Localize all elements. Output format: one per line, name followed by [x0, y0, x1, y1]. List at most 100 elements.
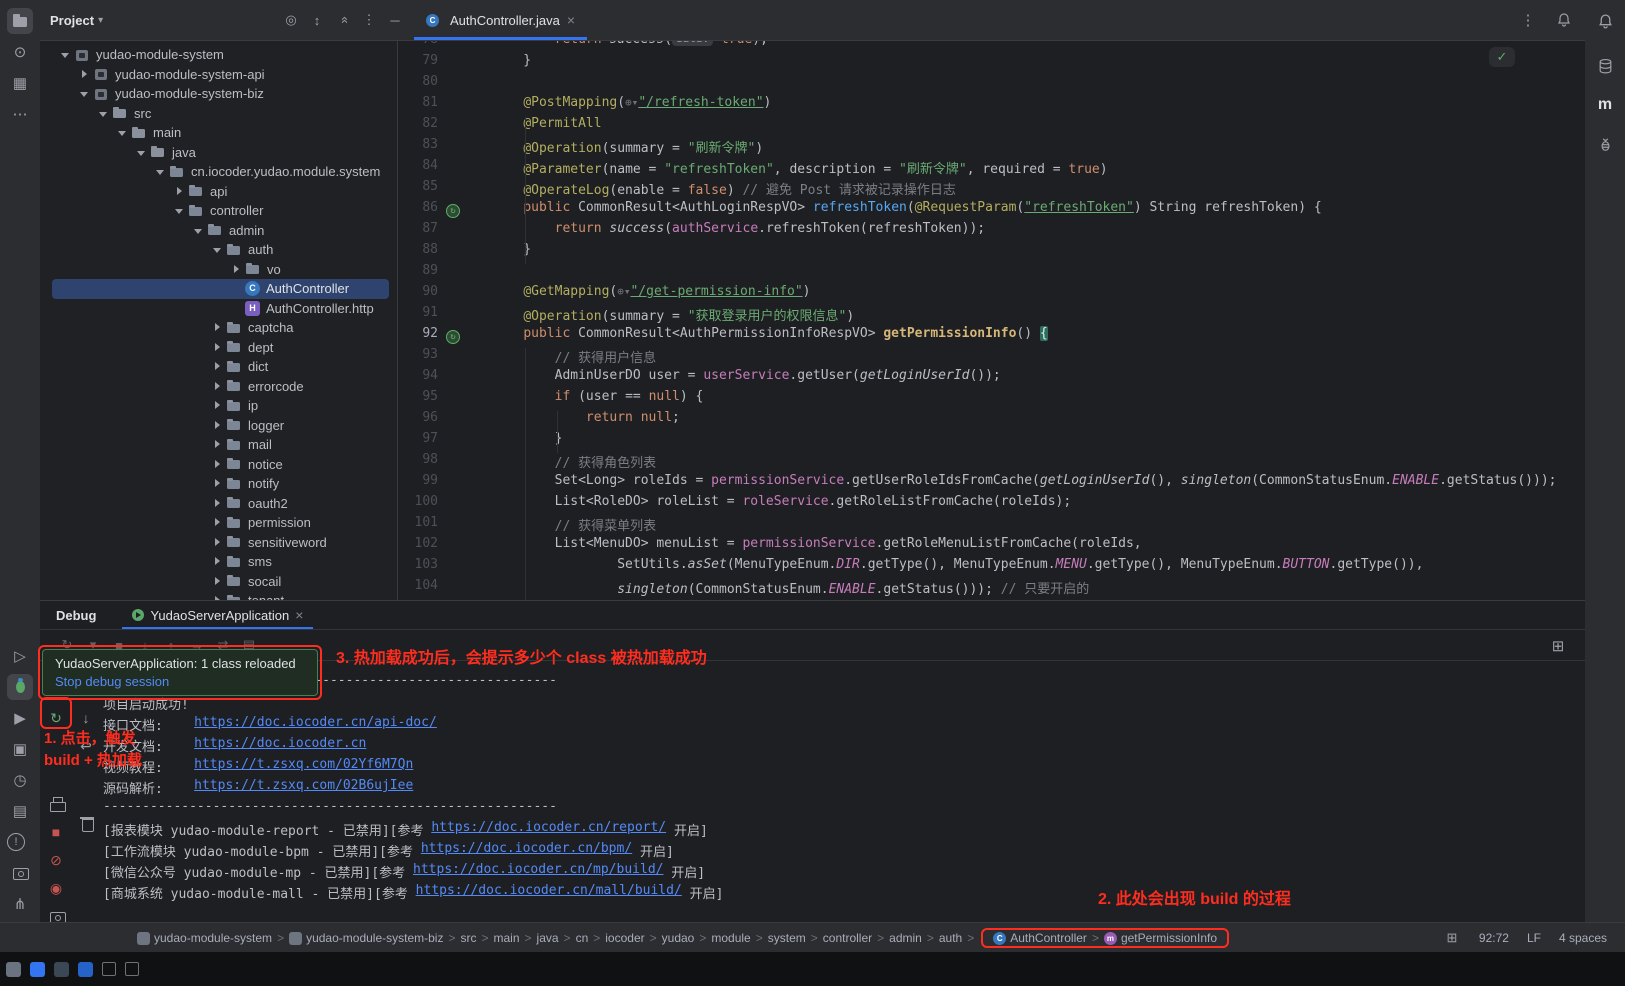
collapse-icon[interactable]: »	[331, 8, 355, 32]
breadcrumb-item[interactable]: auth	[939, 931, 962, 945]
chevron-right-icon[interactable]	[210, 496, 225, 511]
printer-icon[interactable]	[44, 792, 68, 816]
tree-item[interactable]: src	[52, 104, 389, 124]
chevron-down-icon[interactable]	[191, 223, 206, 238]
editor[interactable]: 78 return success(data: true);79 }8081 @…	[398, 41, 1585, 600]
chevron-right-icon[interactable]	[229, 262, 244, 277]
debug-title[interactable]: Debug	[56, 608, 96, 623]
tree-item[interactable]: sensitiveword	[52, 533, 389, 553]
tree-item[interactable]: AuthController.http	[52, 299, 389, 319]
grid-icon[interactable]: ⊞	[1443, 929, 1461, 947]
chevron-right-icon[interactable]	[210, 359, 225, 374]
taskbar-item[interactable]	[54, 962, 69, 977]
chevron-right-icon[interactable]	[210, 320, 225, 335]
chevron-right-icon[interactable]	[210, 340, 225, 355]
tree-item[interactable]: notify	[52, 474, 389, 494]
profiler-icon[interactable]: ◷	[7, 767, 33, 793]
chevron-right-icon[interactable]	[210, 418, 225, 433]
breadcrumb-item[interactable]: module	[711, 931, 750, 945]
inspection-ok-widget[interactable]: ✓	[1489, 47, 1515, 67]
bell-icon[interactable]	[1592, 8, 1618, 34]
breadcrumb-item[interactable]: controller	[823, 931, 872, 945]
hide-icon[interactable]: ─	[383, 8, 407, 32]
breadcrumb-item[interactable]: iocoder	[605, 931, 644, 945]
commit-icon[interactable]: ⊙	[7, 39, 33, 65]
git-branch-icon[interactable]: ⋔	[7, 891, 33, 917]
taskbar-item[interactable]	[125, 962, 139, 976]
console-link[interactable]: https://doc.iocoder.cn	[194, 736, 366, 757]
api-gutter-icon[interactable]	[446, 204, 460, 218]
tree-item[interactable]: oauth2	[52, 494, 389, 514]
breadcrumb-item[interactable]: yudao-module-system	[137, 931, 272, 945]
tree-item[interactable]: dept	[52, 338, 389, 358]
console-link[interactable]: https://doc.iocoder.cn/report/	[431, 820, 666, 841]
tree-item[interactable]: yudao-module-system	[52, 45, 389, 65]
breadcrumb-item[interactable]: java	[537, 931, 559, 945]
tree-item[interactable]: cn.iocoder.yudao.module.system	[52, 162, 389, 182]
tree-item[interactable]: permission	[52, 513, 389, 533]
maven-icon[interactable]: m	[1592, 92, 1618, 118]
dependencies-bee-icon[interactable]	[1592, 131, 1618, 157]
chevron-down-icon[interactable]	[77, 86, 92, 101]
database-icon[interactable]	[1592, 53, 1618, 79]
chevron-right-icon[interactable]	[210, 574, 225, 589]
breadcrumb-item[interactable]: src	[460, 931, 476, 945]
chevron-down-icon[interactable]	[153, 164, 168, 179]
breadcrumb-item[interactable]: system	[768, 931, 806, 945]
window-more-icon[interactable]: ⋮	[1515, 7, 1541, 33]
console-link[interactable]: https://doc.iocoder.cn/mall/build/	[416, 883, 682, 904]
chevron-right-icon[interactable]	[210, 554, 225, 569]
stop-icon[interactable]: ■	[44, 820, 68, 844]
tab-authcontroller-java[interactable]: AuthController.java ×	[414, 0, 587, 40]
chevron-down-icon[interactable]	[96, 106, 111, 121]
chevron-right-icon[interactable]	[210, 457, 225, 472]
taskbar-item[interactable]	[30, 962, 45, 977]
run-icon[interactable]: ▷	[7, 643, 33, 669]
chevron-right-icon[interactable]	[210, 535, 225, 550]
breakpoint-icon[interactable]: ◉	[44, 876, 68, 900]
trash-icon[interactable]	[74, 810, 98, 834]
chevron-right-icon[interactable]	[210, 437, 225, 452]
tree-item[interactable]: dict	[52, 357, 389, 377]
breadcrumb-item[interactable]: getPermissionInfo	[1104, 931, 1217, 945]
tree-item[interactable]: api	[52, 182, 389, 202]
chevron-right-icon[interactable]	[210, 398, 225, 413]
chevron-right-icon[interactable]	[210, 593, 225, 600]
tree-item[interactable]: captcha	[52, 318, 389, 338]
kebab-icon[interactable]: ⋮	[357, 8, 381, 32]
console-output[interactable]: ----------------------------------------…	[103, 673, 1585, 904]
breadcrumb-item[interactable]: yudao-module-system-biz	[289, 931, 443, 945]
console-link[interactable]: https://doc.iocoder.cn/bpm/	[421, 841, 632, 862]
chevron-down-icon[interactable]	[134, 145, 149, 160]
tab-close-icon[interactable]: ×	[567, 12, 575, 28]
chevron-right-icon[interactable]	[172, 184, 187, 199]
taskbar-item[interactable]	[102, 962, 116, 976]
tree-item[interactable]: yudao-module-system-api	[52, 65, 389, 85]
chevron-right-icon[interactable]	[77, 67, 92, 82]
tree-item[interactable]: errorcode	[52, 377, 389, 397]
tree-item[interactable]: notice	[52, 455, 389, 475]
target-icon[interactable]: ◎	[279, 8, 303, 32]
breadcrumb-item[interactable]: cn	[576, 931, 589, 945]
chevron-down-icon[interactable]	[210, 242, 225, 257]
console-link[interactable]: https://t.zsxq.com/02B6ujIee	[194, 778, 413, 799]
stop-debug-session-link[interactable]: Stop debug session	[55, 674, 305, 689]
line-ending[interactable]: LF	[1527, 931, 1541, 945]
api-gutter-icon[interactable]	[446, 330, 460, 344]
tree-item[interactable]: logger	[52, 416, 389, 436]
breadcrumb-item[interactable]: main	[494, 931, 520, 945]
tree-item[interactable]: main	[52, 123, 389, 143]
services-icon[interactable]: ▣	[7, 736, 33, 762]
notifications-bell-icon[interactable]	[1551, 7, 1577, 33]
screenshot-icon[interactable]	[44, 904, 68, 923]
chevron-right-icon[interactable]	[210, 476, 225, 491]
problems-icon[interactable]: !	[7, 833, 25, 851]
breadcrumb-item[interactable]: admin	[889, 931, 922, 945]
caret-position[interactable]: 92:72	[1479, 931, 1509, 945]
project-icon[interactable]	[7, 8, 33, 34]
chevron-right-icon[interactable]	[210, 515, 225, 530]
terminal-icon[interactable]: ▤	[7, 798, 33, 824]
tree-item[interactable]: ip	[52, 396, 389, 416]
tree-item-selected[interactable]: AuthController	[52, 279, 389, 299]
more-icon[interactable]: ⋯	[7, 101, 33, 127]
